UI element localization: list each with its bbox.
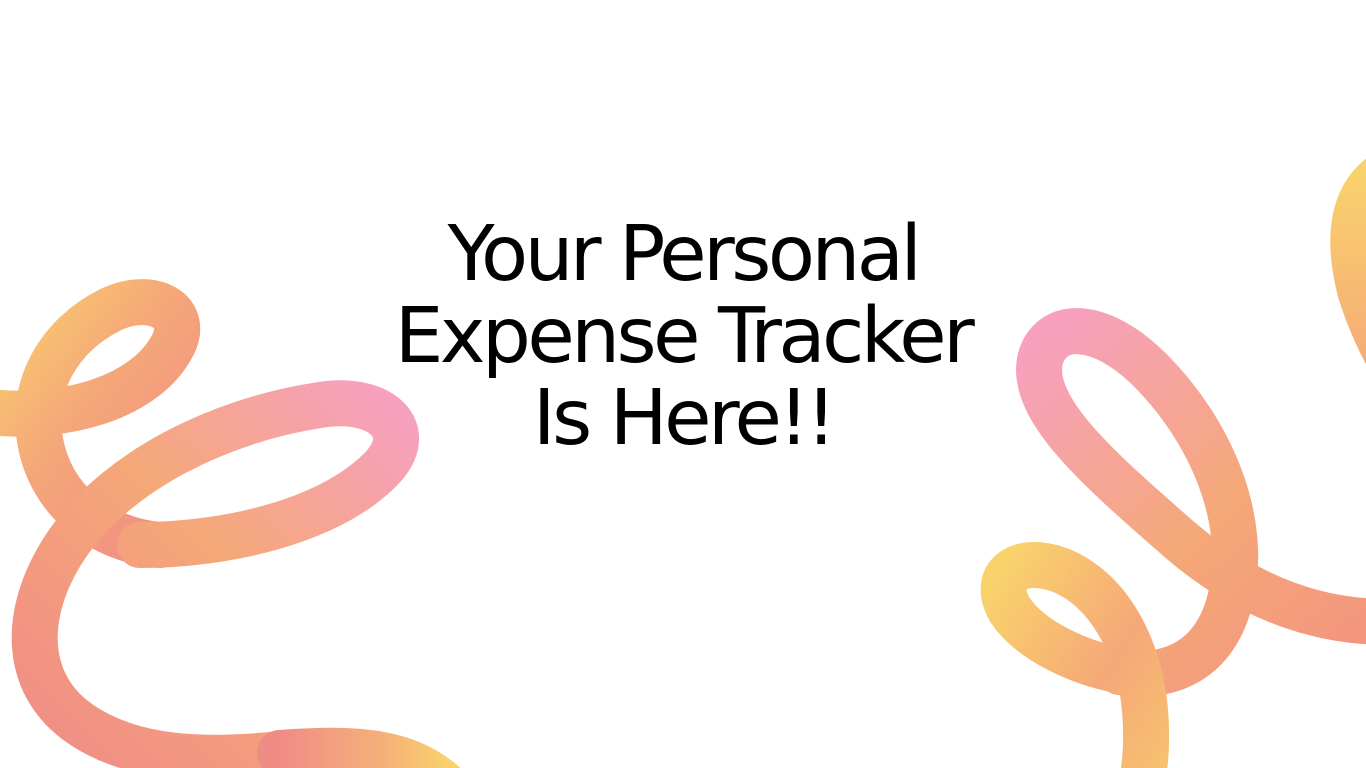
- slide: Your Personal Expense Tracker Is Here!!: [0, 0, 1366, 768]
- headline-line-1: Your Personal: [447, 210, 922, 299]
- headline-line-2: Expense Tracker: [394, 292, 975, 381]
- headline-line-3: Is Here!!: [532, 374, 837, 463]
- right-ribbon-lower-loop: [980, 542, 1170, 768]
- left-ribbon-tail: [257, 727, 461, 768]
- headline: Your Personal Expense Tracker Is Here!!: [0, 214, 1366, 460]
